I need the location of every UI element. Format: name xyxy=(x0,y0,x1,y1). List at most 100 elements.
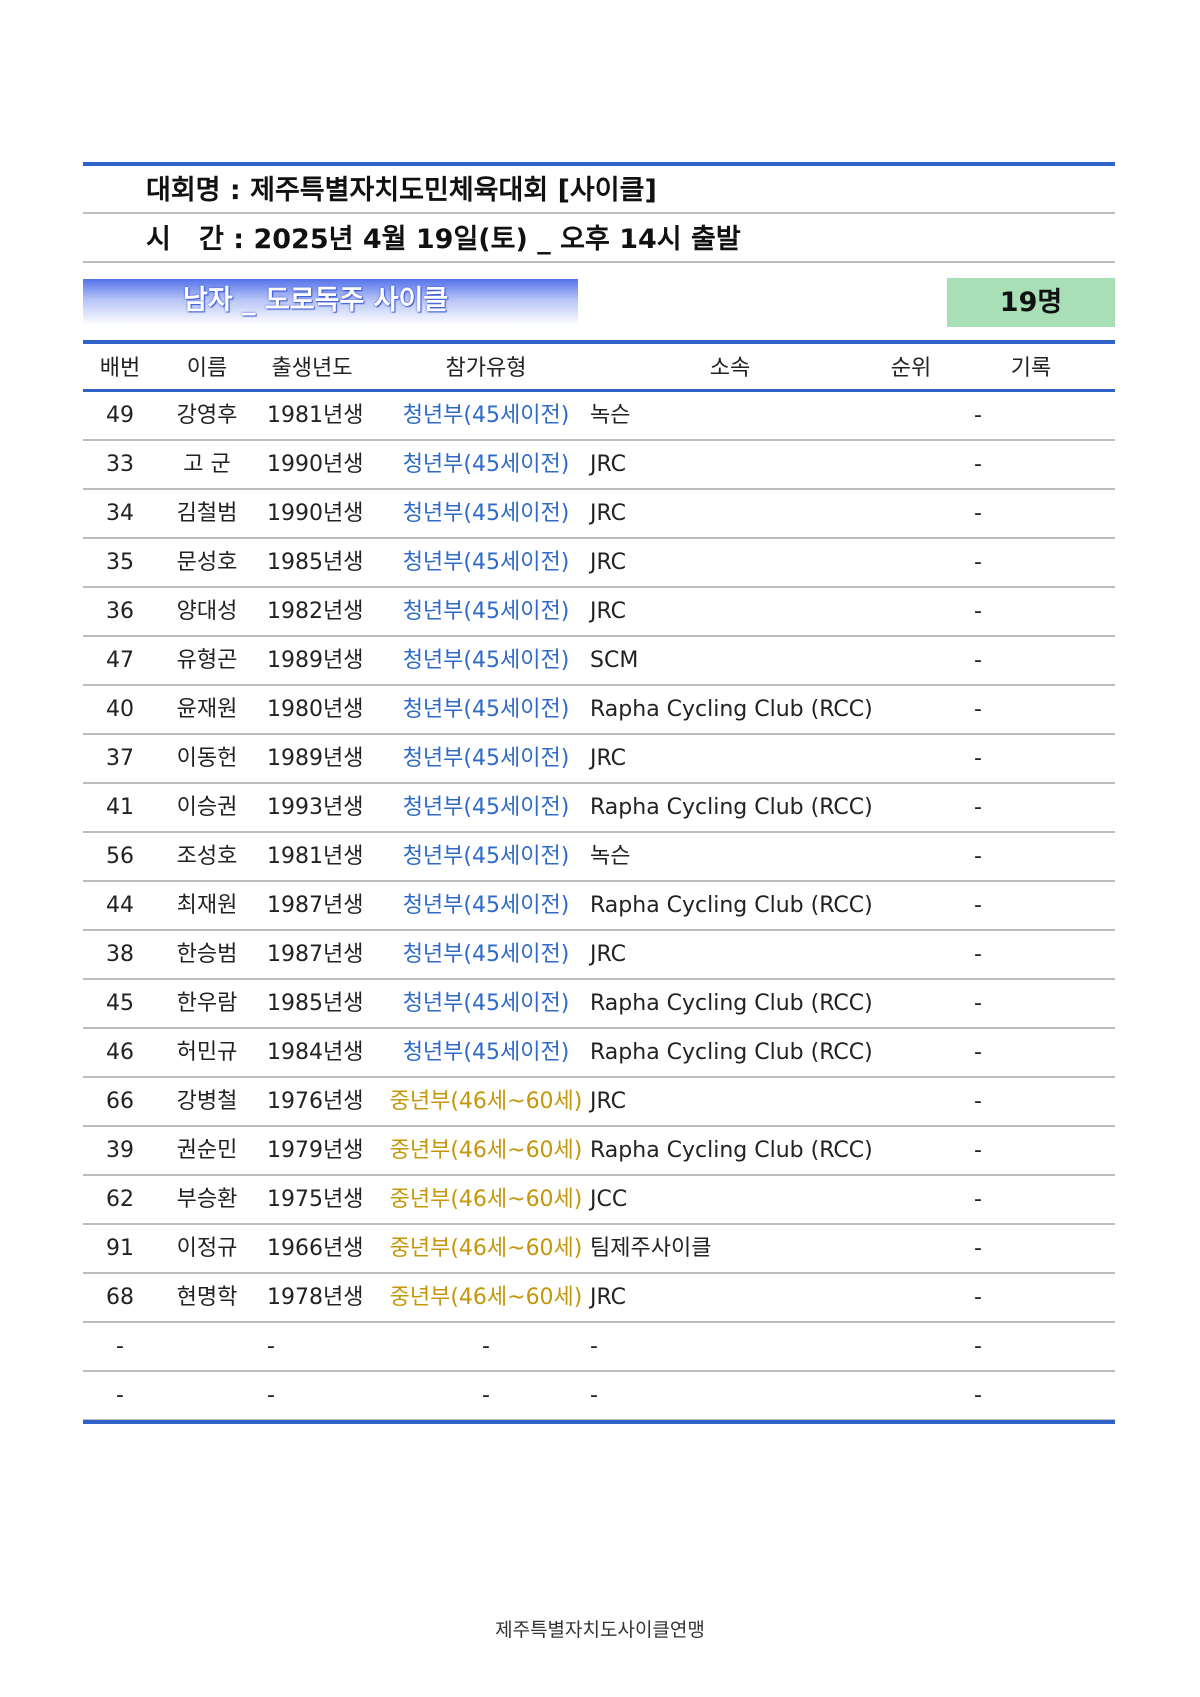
club-name-cell: Rapha Cycling Club (RCC) xyxy=(590,991,873,1016)
rank-cell: - xyxy=(974,1285,982,1310)
bib-number-cell: 41 xyxy=(106,795,134,820)
birth-year-cell: 1980년생 xyxy=(267,697,364,722)
bib-number-cell: 34 xyxy=(106,501,134,526)
club-name-cell: Rapha Cycling Club (RCC) xyxy=(590,893,873,918)
bib-number-cell: 68 xyxy=(106,1285,134,1310)
entry-type-cell: 청년부(45세이전) xyxy=(402,550,570,575)
athlete-name-cell: 윤재원 xyxy=(176,697,238,722)
rank-cell: - xyxy=(974,1236,982,1261)
athlete-name-cell: 김철범 xyxy=(176,501,238,526)
rank-cell: - xyxy=(974,501,982,526)
birth-year-cell: 1985년생 xyxy=(267,991,364,1016)
entry-type-cell: 중년부(46세~60세) xyxy=(389,1285,583,1310)
birth-year-cell: 1990년생 xyxy=(267,452,364,477)
table-row: 41 이승권 1993년생 청년부(45세이전) Rapha Cycling Club … xyxy=(83,784,1115,833)
athlete-name-cell: 이정규 xyxy=(176,1236,238,1261)
birth-year-cell: 1981년생 xyxy=(267,403,364,428)
birth-year-cell: 1990년생 xyxy=(267,501,364,526)
birth-year-cell: 1987년생 xyxy=(267,942,364,967)
athlete-name-cell: 문성호 xyxy=(176,550,238,575)
bib-number-cell: 45 xyxy=(106,991,134,1016)
category-title: 남자 _ 도로독주 사이클 xyxy=(183,285,449,316)
rank-cell: - xyxy=(974,550,982,575)
bib-number-cell: 62 xyxy=(106,1187,134,1212)
bib-number-cell: 46 xyxy=(106,1040,134,1065)
bib-number-cell: 44 xyxy=(106,893,134,918)
category-banner: 남자 _ 도로독주 사이클 xyxy=(83,279,578,325)
bib-number-cell: 33 xyxy=(106,452,134,477)
rank-cell: - xyxy=(974,648,982,673)
header-bottom-rule xyxy=(83,261,1115,263)
bib-number-cell: 91 xyxy=(106,1236,134,1261)
bib-number-cell: 38 xyxy=(106,942,134,967)
rank-cell: - xyxy=(974,942,982,967)
rank-cell: - xyxy=(974,844,982,869)
table-row: 33 고 군 1990년생 청년부(45세이전) JRC - xyxy=(83,441,1115,490)
bib-number-cell: - xyxy=(116,1334,124,1359)
birth-year-cell: 1989년생 xyxy=(267,746,364,771)
column-header-rank: 순위 xyxy=(890,356,932,381)
rank-cell: - xyxy=(974,893,982,918)
birth-year-cell: 1978년생 xyxy=(267,1285,364,1310)
club-name-cell: JRC xyxy=(590,746,627,771)
column-header-name: 이름 xyxy=(186,356,228,381)
club-name-cell: JCC xyxy=(590,1187,628,1212)
bib-number-cell: - xyxy=(116,1383,124,1408)
athlete-name-cell: 유형곤 xyxy=(176,648,238,673)
birth-year-cell: 1966년생 xyxy=(267,1236,364,1261)
club-name-cell: - xyxy=(590,1383,598,1408)
rank-cell: - xyxy=(974,1138,982,1163)
birth-year-cell: 1975년생 xyxy=(267,1187,364,1212)
table-bottom-rule xyxy=(83,1420,1115,1424)
bib-number-cell: 35 xyxy=(106,550,134,575)
footer-organization: 제주특별자치도사이클연맹 xyxy=(495,1619,705,1641)
bib-number-cell: 47 xyxy=(106,648,134,673)
birth-year-cell: 1993년생 xyxy=(267,795,364,820)
entry-type-cell: 청년부(45세이전) xyxy=(402,452,570,477)
birth-year-cell: - xyxy=(267,1383,275,1408)
entry-type-cell: 청년부(45세이전) xyxy=(402,501,570,526)
entry-type-cell: 청년부(45세이전) xyxy=(402,746,570,771)
birth-year-cell: - xyxy=(267,1334,275,1359)
club-name-cell: JRC xyxy=(590,550,627,575)
rank-cell: - xyxy=(974,795,982,820)
rank-cell: - xyxy=(974,452,982,477)
bib-number-cell: 36 xyxy=(106,599,134,624)
rank-cell: - xyxy=(974,1383,982,1408)
athlete-name-cell: 권순민 xyxy=(176,1138,238,1163)
club-name-cell: 녹슨 xyxy=(590,844,631,869)
bib-number-cell: 37 xyxy=(106,746,134,771)
entry-type-cell: - xyxy=(482,1383,490,1408)
table-row: 35 문성호 1985년생 청년부(45세이전) JRC - xyxy=(83,539,1115,588)
table-row: 34 김철범 1990년생 청년부(45세이전) JRC - xyxy=(83,490,1115,539)
club-name-cell: Rapha Cycling Club (RCC) xyxy=(590,795,873,820)
table-row: 37 이동헌 1989년생 청년부(45세이전) JRC - xyxy=(83,735,1115,784)
entry-type-cell: 청년부(45세이전) xyxy=(402,893,570,918)
entry-type-cell: 중년부(46세~60세) xyxy=(389,1138,583,1163)
club-name-cell: - xyxy=(590,1334,598,1359)
athlete-name-cell: 이동헌 xyxy=(176,746,238,771)
club-name-cell: JRC xyxy=(590,599,627,624)
rank-cell: - xyxy=(974,746,982,771)
rank-cell: - xyxy=(974,991,982,1016)
rank-cell: - xyxy=(974,1187,982,1212)
birth-year-cell: 1979년생 xyxy=(267,1138,364,1163)
club-name-cell: JRC xyxy=(590,1285,627,1310)
club-name-cell: Rapha Cycling Club (RCC) xyxy=(590,1040,873,1065)
rank-cell: - xyxy=(974,599,982,624)
table-row: 91 이정규 1966년생 중년부(46세~60세) 팀제주사이클 - xyxy=(83,1225,1115,1274)
bib-number-cell: 66 xyxy=(106,1089,134,1114)
athlete-name-cell: 허민규 xyxy=(176,1040,238,1065)
table-row: 46 허민규 1984년생 청년부(45세이전) Rapha Cycling Club … xyxy=(83,1029,1115,1078)
athlete-name-cell: 조성호 xyxy=(176,844,238,869)
table-row: 68 현명학 1978년생 중년부(46세~60세) JRC - xyxy=(83,1274,1115,1323)
entry-type-cell: 청년부(45세이전) xyxy=(402,942,570,967)
table-row: 45 한우람 1985년생 청년부(45세이전) Rapha Cycling Club … xyxy=(83,980,1115,1029)
rank-cell: - xyxy=(974,403,982,428)
column-header-birth-year: 출생년도 xyxy=(271,356,353,381)
entry-type-cell: 중년부(46세~60세) xyxy=(389,1187,583,1212)
table-row: 39 권순민 1979년생 중년부(46세~60세) Rapha Cycling Clu… xyxy=(83,1127,1115,1176)
bib-number-cell: 40 xyxy=(106,697,134,722)
participant-count-badge: 19명 xyxy=(947,278,1115,327)
club-name-cell: JRC xyxy=(590,1089,627,1114)
